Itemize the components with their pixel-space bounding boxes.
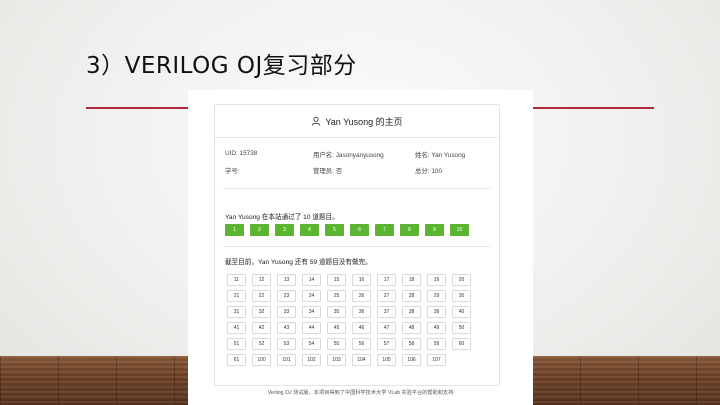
- todo-problem-button[interactable]: 61: [227, 354, 246, 366]
- section-divider: [223, 246, 491, 247]
- passed-problem-button[interactable]: 10: [450, 224, 469, 236]
- student-id-field: 学号:: [225, 168, 240, 175]
- todo-problem-button[interactable]: 37: [377, 306, 396, 318]
- todo-problem-button[interactable]: 22: [252, 290, 271, 302]
- todo-problem-button[interactable]: 17: [377, 274, 396, 286]
- todo-problem-button[interactable]: 106: [402, 354, 421, 366]
- todo-problem-button[interactable]: 21: [227, 290, 246, 302]
- page-footer: Verilog OJ 测试版，本项目得到了中国科学技术大学 VLab 实验平台的…: [267, 390, 454, 396]
- todo-problem-button[interactable]: 57: [377, 338, 396, 350]
- title-underline-left: [86, 107, 188, 109]
- todo-problem-button[interactable]: 32: [252, 306, 271, 318]
- todo-problem-button[interactable]: 20: [452, 274, 471, 286]
- name-field: 姓名: Yan Yusong: [415, 152, 466, 159]
- passed-problem-button[interactable]: 2: [250, 224, 269, 236]
- user-info: UID: 15738 用户名: Jasonyanyusong 姓名: Yan Y…: [223, 138, 491, 189]
- passed-problem-button[interactable]: 1: [225, 224, 244, 236]
- todo-problem-button[interactable]: 39: [427, 306, 446, 318]
- todo-problem-button[interactable]: 19: [427, 274, 446, 286]
- todo-problem-button[interactable]: 100: [252, 354, 271, 366]
- todo-problem-button[interactable]: 47: [377, 322, 396, 334]
- todo-problem-button[interactable]: 13: [277, 274, 296, 286]
- uid-field: UID: 15738: [225, 150, 258, 157]
- todo-problem-button[interactable]: 36: [352, 306, 371, 318]
- todo-problem-button[interactable]: 105: [377, 354, 396, 366]
- todo-problem-button[interactable]: 15: [327, 274, 346, 286]
- todo-problems: 11 12 13 14 15 16 17 18 19 20 21 22 23 24 25 26 27 28 29 30…: [227, 274, 471, 366]
- todo-problem-button[interactable]: 25: [327, 290, 346, 302]
- todo-problem-button[interactable]: 45: [327, 322, 346, 334]
- todo-problem-button[interactable]: 11: [227, 274, 246, 286]
- todo-problem-button[interactable]: 24: [302, 290, 321, 302]
- todo-problem-button[interactable]: 41: [227, 322, 246, 334]
- todo-problem-button[interactable]: 102: [302, 354, 321, 366]
- todo-problem-button[interactable]: 50: [452, 322, 471, 334]
- todo-problem-button[interactable]: 14: [302, 274, 321, 286]
- todo-problem-button[interactable]: 53: [277, 338, 296, 350]
- todo-problem-button[interactable]: 48: [402, 322, 421, 334]
- todo-problem-button[interactable]: 54: [302, 338, 321, 350]
- todo-problem-button[interactable]: 43: [277, 322, 296, 334]
- todo-problem-button[interactable]: 42: [252, 322, 271, 334]
- todo-problem-button[interactable]: 26: [352, 290, 371, 302]
- todo-problem-button[interactable]: 101: [277, 354, 296, 366]
- passed-problem-button[interactable]: 5: [325, 224, 344, 236]
- username-field: 用户名: Jasonyanyusong: [313, 152, 384, 159]
- todo-problem-button[interactable]: 60: [452, 338, 471, 350]
- passed-problems: 1 2 3 4 5 6 7 8 9 10: [225, 224, 469, 236]
- todo-problem-button[interactable]: 40: [452, 306, 471, 318]
- todo-problem-button[interactable]: 33: [277, 306, 296, 318]
- todo-summary: 截至目前，Yan Yusong 还有 59 道题目没有做完。: [225, 259, 372, 266]
- todo-problem-button[interactable]: 34: [302, 306, 321, 318]
- todo-problem-button[interactable]: 27: [377, 290, 396, 302]
- todo-problem-button[interactable]: 18: [402, 274, 421, 286]
- passed-problem-button[interactable]: 7: [375, 224, 394, 236]
- todo-problem-button[interactable]: 35: [327, 306, 346, 318]
- admin-field: 管理员: 否: [313, 168, 343, 175]
- todo-problem-button[interactable]: 12: [252, 274, 271, 286]
- todo-problem-button[interactable]: 55: [327, 338, 346, 350]
- screenshot-panel: Yan Yusong 的主页 UID: 15738 用户名: Jasonyany…: [188, 90, 533, 405]
- todo-problem-button[interactable]: 56: [352, 338, 371, 350]
- todo-problem-button[interactable]: 107: [427, 354, 446, 366]
- todo-problem-button[interactable]: 16: [352, 274, 371, 286]
- todo-problem-button[interactable]: 38: [402, 306, 421, 318]
- user-icon: [312, 116, 321, 126]
- todo-problem-button[interactable]: 23: [277, 290, 296, 302]
- todo-problem-button[interactable]: 30: [452, 290, 471, 302]
- passed-problem-button[interactable]: 4: [300, 224, 319, 236]
- passed-problem-button[interactable]: 8: [400, 224, 419, 236]
- todo-problem-button[interactable]: 104: [352, 354, 371, 366]
- profile-title: Yan Yusong 的主页: [325, 116, 403, 127]
- todo-problem-button[interactable]: 29: [427, 290, 446, 302]
- todo-problem-button[interactable]: 31: [227, 306, 246, 318]
- todo-problem-button[interactable]: 51: [227, 338, 246, 350]
- todo-problem-button[interactable]: 58: [402, 338, 421, 350]
- passed-problem-button[interactable]: 3: [275, 224, 294, 236]
- slide-title: 3）VERILOG OJ复习部分: [86, 53, 357, 79]
- todo-problem-button[interactable]: 52: [252, 338, 271, 350]
- todo-problem-button[interactable]: 28: [402, 290, 421, 302]
- todo-problem-button[interactable]: 49: [427, 322, 446, 334]
- todo-problem-button[interactable]: 44: [302, 322, 321, 334]
- total-score-field: 总分: 100: [415, 168, 442, 175]
- title-underline-right: [531, 107, 654, 109]
- todo-problem-button[interactable]: 59: [427, 338, 446, 350]
- profile-card: Yan Yusong 的主页 UID: 15738 用户名: Jasonyany…: [214, 104, 500, 386]
- passed-summary: Yan Yusong 在本站通过了 10 道题目。: [225, 214, 339, 221]
- profile-header: Yan Yusong 的主页: [215, 105, 499, 138]
- passed-problem-button[interactable]: 9: [425, 224, 444, 236]
- passed-problem-button[interactable]: 6: [350, 224, 369, 236]
- todo-problem-button[interactable]: 46: [352, 322, 371, 334]
- todo-problem-button[interactable]: 103: [327, 354, 346, 366]
